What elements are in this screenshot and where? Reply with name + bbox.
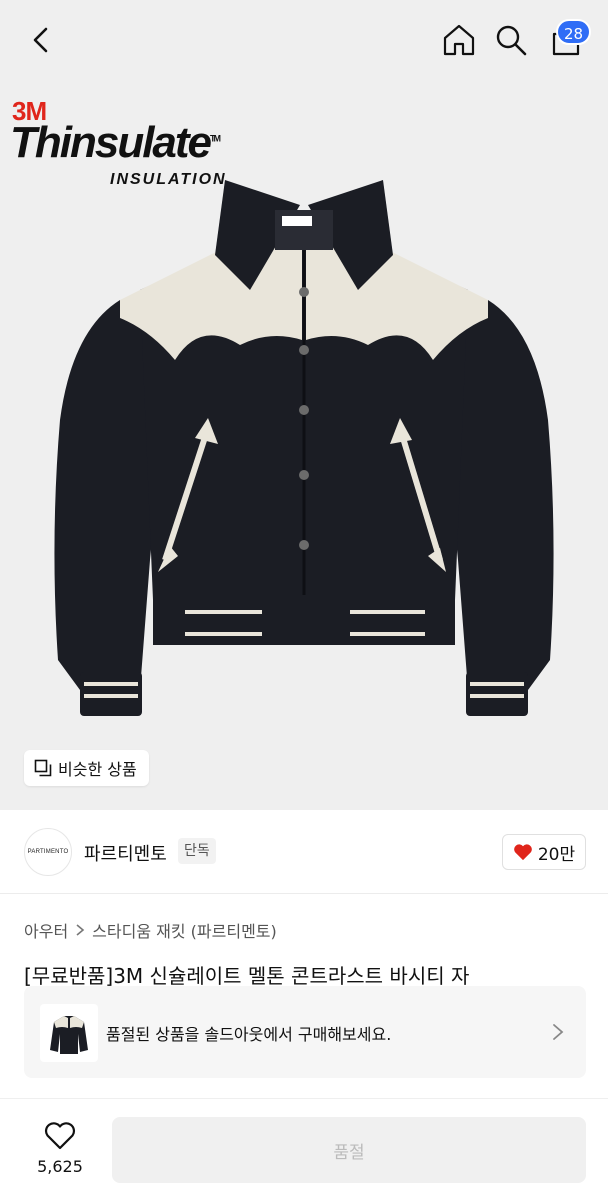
exclusive-badge: 단독: [178, 838, 216, 864]
product-image[interactable]: 3M ThinsulateTM INSULATION 비슷한 상품: [0, 0, 608, 810]
search-icon: [496, 25, 527, 56]
breadcrumb-item[interactable]: 아우터: [24, 918, 68, 942]
soldout-banner-text: 품절된 상품을 솔드아웃에서 구매해보세요.: [106, 1025, 392, 1044]
top-navigation-bar: 28: [0, 0, 608, 84]
chevron-right-icon: [76, 924, 85, 936]
brand-like-button[interactable]: 20만: [502, 834, 586, 870]
jacket-thumbnail-image: [50, 1016, 88, 1054]
bottom-action-bar: 5,625 품절: [0, 1098, 608, 1200]
product-title: [무료반품]3M 신슐레이트 멜톤 콘트라스트 바시티 자: [24, 964, 470, 988]
home-icon: [443, 24, 475, 56]
seller-row: PARTIMENTO 파르티멘토 단독 20만: [0, 810, 608, 894]
seller-name[interactable]: 파르티멘토: [84, 840, 167, 866]
banner-thumbnail: [40, 1004, 98, 1062]
soldout-button-label: 품절: [333, 1142, 365, 1163]
wishlist-button[interactable]: 5,625: [24, 1117, 96, 1181]
wishlist-count: 5,625: [37, 1157, 83, 1176]
chevron-left-icon: [33, 27, 48, 53]
breadcrumb-item[interactable]: 스타디움 재킷 (파르티멘토): [92, 918, 277, 942]
search-button[interactable]: [493, 22, 529, 58]
soldout-banner[interactable]: 품절된 상품을 솔드아웃에서 구매해보세요.: [24, 986, 586, 1078]
breadcrumb: 아우터 스타디움 재킷 (파르티멘토): [24, 918, 277, 942]
home-button[interactable]: [441, 22, 477, 58]
chevron-right-icon: [553, 1024, 564, 1040]
similar-products-label: 비슷한 상품: [58, 760, 137, 779]
similar-icon: [34, 759, 52, 777]
seller-logo[interactable]: PARTIMENTO: [24, 828, 72, 876]
heart-filled-icon: [514, 844, 532, 861]
back-button[interactable]: [24, 22, 60, 58]
soldout-button[interactable]: 품절: [112, 1117, 586, 1183]
cart-count-badge: 28: [556, 19, 592, 45]
similar-products-button[interactable]: 비슷한 상품: [24, 750, 149, 786]
heart-outline-icon: [44, 1122, 76, 1150]
jacket-illustration: [54, 180, 554, 716]
brand-like-count: 20만: [537, 844, 576, 865]
